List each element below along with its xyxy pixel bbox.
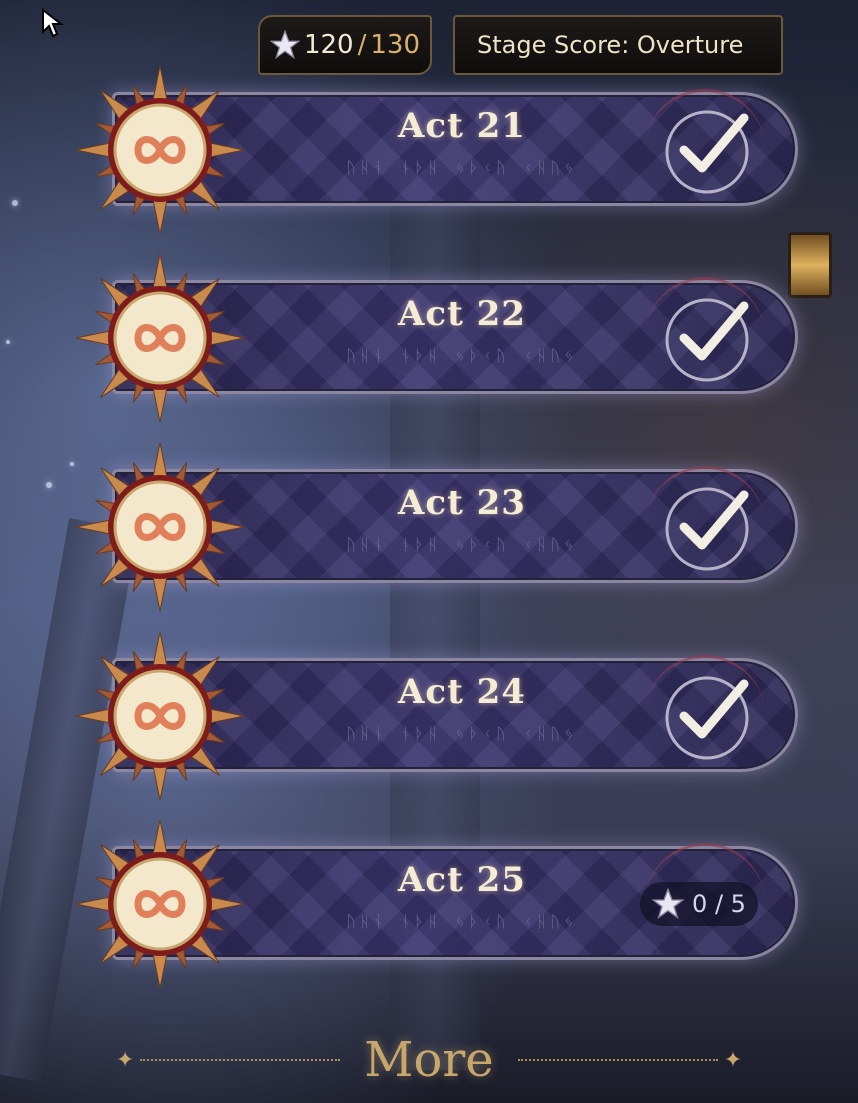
act-title: Act 24 <box>398 672 526 712</box>
sun-emblem-icon <box>72 816 248 992</box>
sun-emblem-icon <box>72 628 248 804</box>
sun-emblem-icon <box>72 250 248 426</box>
check-icon <box>662 102 756 196</box>
act-row[interactable]: Act 22 ᚢᚺᚾ ᚾᚦᚺ ᛃᚦᚲᚢ ᚲᚺᚢᛃ <box>75 253 798 423</box>
star-icon <box>269 30 300 60</box>
act-title: Act 25 <box>398 860 526 900</box>
stars-max: 130 <box>370 30 421 60</box>
check-icon <box>662 479 756 573</box>
act-title: Act 21 <box>398 106 526 146</box>
more-button[interactable]: ✦ More ✦ <box>0 1030 858 1090</box>
act-subtitle-runes: ᚢᚺᚾ ᚾᚦᚺ ᛃᚦᚲᚢ ᚲᚺᚢᛃ <box>346 535 578 554</box>
check-icon <box>662 290 756 384</box>
act-stars-text: 0 / 5 <box>692 890 746 918</box>
stars-current: 120 <box>303 30 354 60</box>
act-star-score: 0 / 5 <box>640 882 758 926</box>
act-row[interactable]: Act 24 ᚢᚺᚾ ᚾᚦᚺ ᛃᚦᚲᚢ ᚲᚺᚢᛃ <box>75 631 798 801</box>
check-icon <box>662 668 756 762</box>
stage-score-label: Stage Score: Overture <box>477 31 744 59</box>
act-row[interactable]: Act 21 ᚢᚺᚾ ᚾᚦᚺ ᛃᚦᚲᚢ ᚲᚺᚢᛃ <box>75 65 798 235</box>
act-subtitle-runes: ᚢᚺᚾ ᚾᚦᚺ ᛃᚦᚲᚢ ᚲᚺᚢᛃ <box>346 158 578 177</box>
act-title: Act 22 <box>398 294 526 334</box>
sun-emblem-icon <box>72 439 248 615</box>
act-title: Act 23 <box>398 483 526 523</box>
act-row[interactable]: Act 23 ᚢᚺᚾ ᚾᚦᚺ ᛃᚦᚲᚢ ᚲᚺᚢᛃ <box>75 442 798 612</box>
act-subtitle-runes: ᚢᚺᚾ ᚾᚦᚺ ᛃᚦᚲᚢ ᚲᚺᚢᛃ <box>346 346 578 365</box>
act-subtitle-runes: ᚢᚺᚾ ᚾᚦᚺ ᛃᚦᚲᚢ ᚲᚺᚢᛃ <box>346 724 578 743</box>
act-subtitle-runes: ᚢᚺᚾ ᚾᚦᚺ ᛃᚦᚲᚢ ᚲᚺᚢᛃ <box>346 912 578 931</box>
divider-right <box>517 1059 718 1061</box>
cursor-icon <box>42 8 64 38</box>
more-label: More <box>364 1032 494 1088</box>
stars-separator: / <box>357 30 367 60</box>
sparkle-icon: ✦ <box>115 1047 135 1073</box>
sparkle-icon: ✦ <box>723 1047 743 1073</box>
stage-score-button[interactable]: Stage Score: Overture <box>453 15 783 75</box>
star-counter: 120/130 <box>258 15 432 75</box>
act-row[interactable]: Act 25 ᚢᚺᚾ ᚾᚦᚺ ᛃᚦᚲᚢ ᚲᚺᚢᛃ 0 / 5 <box>75 819 798 989</box>
divider-left <box>140 1059 341 1061</box>
star-icon <box>652 888 685 920</box>
sun-emblem-icon <box>72 62 248 238</box>
